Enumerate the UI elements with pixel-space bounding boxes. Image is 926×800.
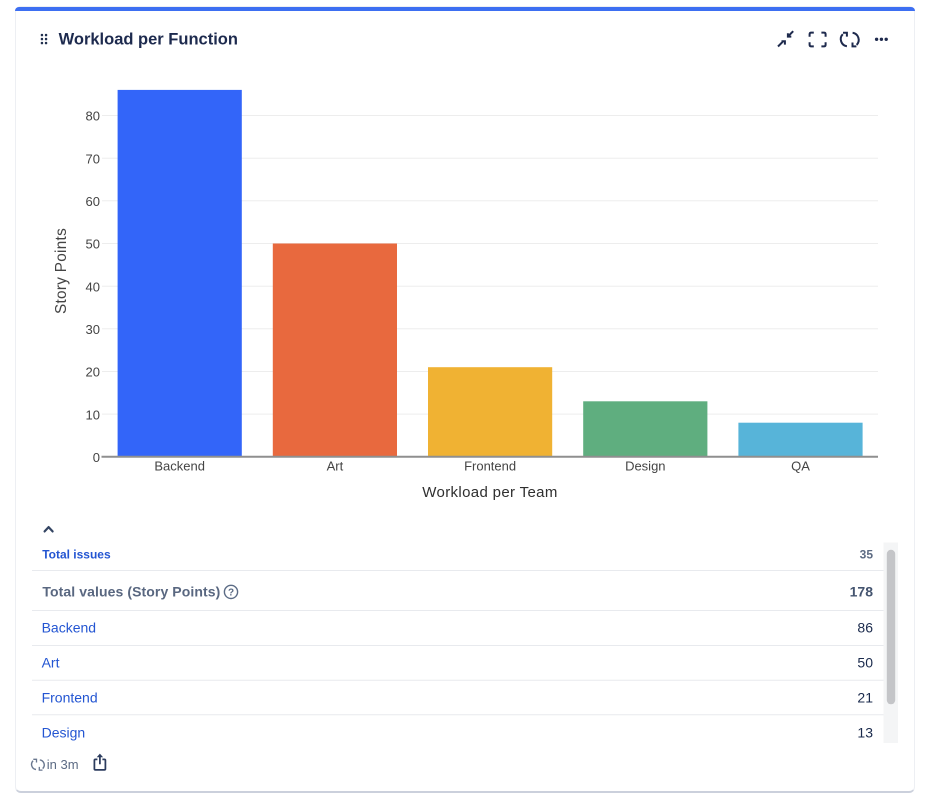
svg-text:Workload per Function: Workload per Function	[59, 31, 238, 49]
svg-text:Art: Art	[42, 655, 60, 671]
svg-text:70: 70	[86, 151, 100, 166]
svg-text:0: 0	[93, 450, 100, 465]
svg-text:35: 35	[860, 547, 874, 561]
svg-text:40: 40	[86, 279, 100, 294]
svg-text:Design: Design	[42, 725, 86, 741]
svg-text:Art: Art	[327, 458, 344, 473]
svg-text:86: 86	[857, 620, 873, 636]
svg-text:Total values (Story Points): Total values (Story Points)	[42, 583, 220, 599]
svg-text:Backend: Backend	[42, 620, 96, 636]
svg-text:21: 21	[857, 690, 873, 706]
svg-text:Backend: Backend	[154, 458, 205, 473]
svg-text:178: 178	[850, 583, 874, 599]
svg-text:in 3m: in 3m	[47, 757, 79, 772]
svg-text:60: 60	[86, 194, 100, 209]
svg-text:Story Points: Story Points	[53, 228, 70, 314]
svg-text:80: 80	[86, 109, 100, 124]
svg-text:30: 30	[86, 322, 100, 337]
svg-text:13: 13	[857, 725, 873, 741]
svg-text:10: 10	[86, 407, 100, 422]
svg-text:50: 50	[86, 237, 100, 252]
svg-text:Frontend: Frontend	[464, 458, 516, 473]
svg-text:20: 20	[86, 365, 100, 380]
svg-text:?: ?	[228, 588, 234, 599]
svg-text:QA: QA	[791, 458, 810, 473]
svg-text:Workload per Team: Workload per Team	[422, 484, 557, 501]
svg-text:50: 50	[857, 655, 873, 671]
svg-text:Design: Design	[625, 458, 665, 473]
svg-text:Frontend: Frontend	[42, 690, 98, 706]
svg-text:Total issues: Total issues	[42, 547, 111, 561]
